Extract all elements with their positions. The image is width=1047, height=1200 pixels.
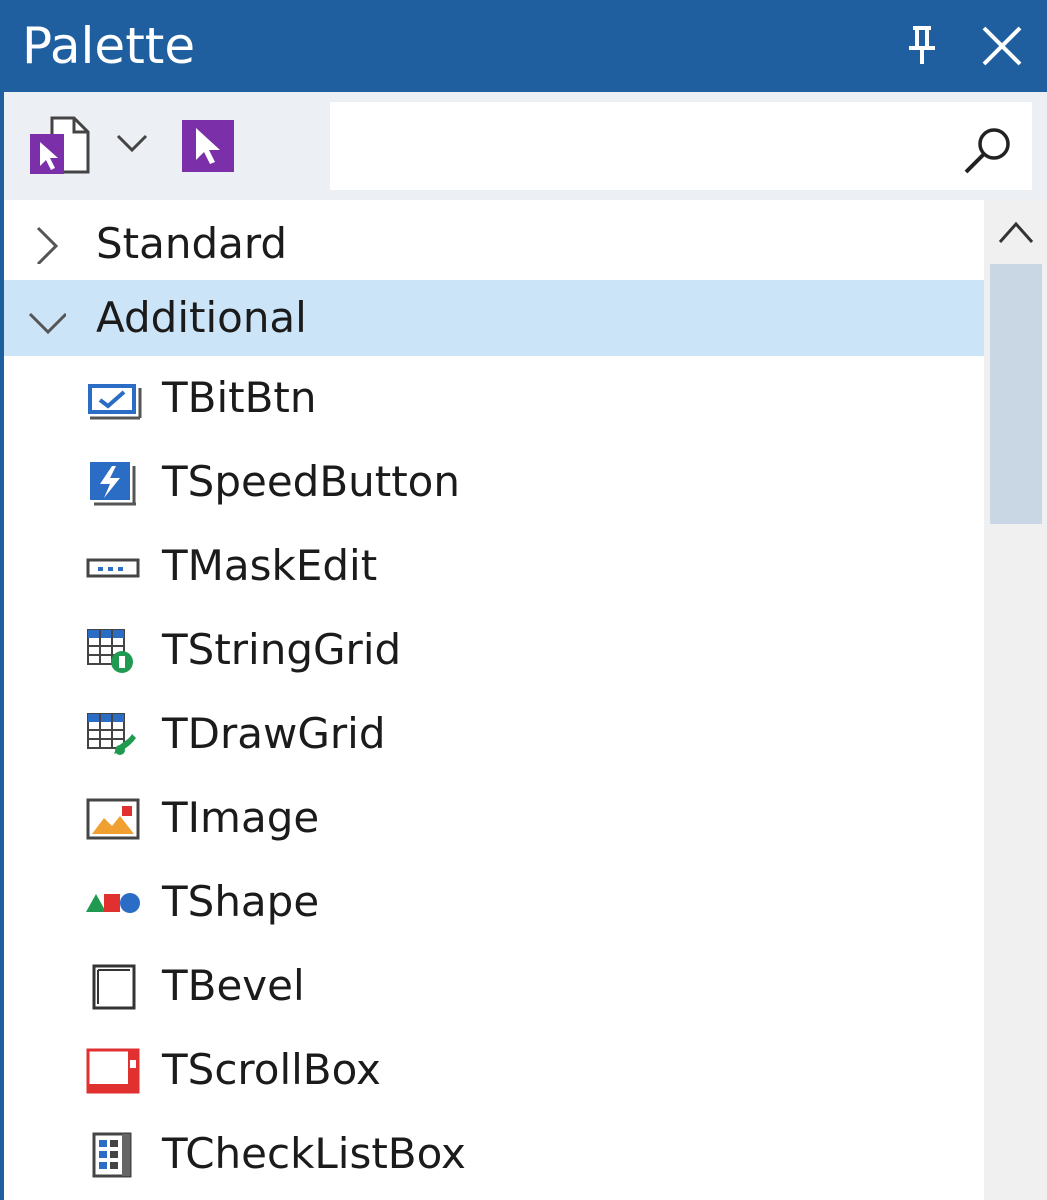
search-input[interactable] <box>330 102 950 190</box>
component-label: TBitBtn <box>162 373 317 422</box>
search-box <box>330 102 1032 190</box>
chevron-down-icon[interactable] <box>26 298 66 338</box>
speedbutton-icon <box>90 462 136 506</box>
component-item-tscrollbox[interactable]: TScrollBox <box>4 1028 984 1112</box>
component-item-tspeedbutton[interactable]: TSpeedButton <box>4 440 984 524</box>
component-label: TBevel <box>162 961 305 1010</box>
title-bar: Palette <box>0 0 1047 92</box>
chevron-up-icon[interactable] <box>994 214 1038 250</box>
toolbar <box>4 92 1047 200</box>
scrollbox-icon <box>86 1048 140 1094</box>
component-item-tdrawgrid[interactable]: TDrawGrid <box>4 692 984 776</box>
component-label: TCheckListBox <box>162 1129 466 1178</box>
vertical-scrollbar[interactable] <box>984 200 1047 1200</box>
category-label: Additional <box>96 293 307 342</box>
stringgrid-icon <box>87 629 133 673</box>
image-icon <box>86 798 140 840</box>
category-standard[interactable]: Standard <box>4 206 984 282</box>
component-item-tstringgrid[interactable]: TStringGrid <box>4 608 984 692</box>
search-icon[interactable] <box>960 124 1016 180</box>
maskedit-icon <box>86 558 140 578</box>
category-label: Standard <box>96 219 288 268</box>
pin-icon[interactable] <box>900 22 944 66</box>
drawgrid-icon <box>87 713 136 755</box>
shape-icon <box>86 893 140 913</box>
component-item-tbevel[interactable]: TBevel <box>4 944 984 1028</box>
component-item-tbitbtn[interactable]: TBitBtn <box>4 356 984 440</box>
component-label: TDrawGrid <box>162 709 386 758</box>
component-item-timage[interactable]: TImage <box>4 776 984 860</box>
bitbtn-icon <box>88 384 142 420</box>
component-label: TSpeedButton <box>162 457 460 506</box>
palette-panel: Palette Standard Additional TBitBtn TSpe… <box>0 0 1047 1200</box>
category-additional[interactable]: Additional <box>4 280 984 356</box>
checklistbox-icon <box>92 1132 132 1178</box>
close-icon[interactable] <box>978 22 1026 70</box>
chevron-right-icon[interactable] <box>26 224 66 264</box>
component-item-tchecklistbox[interactable]: TCheckListBox <box>4 1112 984 1196</box>
scrollbar-thumb[interactable] <box>990 264 1042 524</box>
component-label: TScrollBox <box>162 1045 381 1094</box>
component-label: TMaskEdit <box>162 541 378 590</box>
bevel-icon <box>92 964 136 1010</box>
component-tree: Standard Additional TBitBtn TSpeedButton… <box>4 200 984 1200</box>
multi-select-icon[interactable] <box>22 112 96 180</box>
panel-title: Palette <box>22 17 196 75</box>
component-item-tshape[interactable]: TShape <box>4 860 984 944</box>
component-label: TImage <box>162 793 320 842</box>
select-pointer-icon[interactable] <box>178 118 238 174</box>
component-label: TStringGrid <box>162 625 402 674</box>
component-item-tmaskedit[interactable]: TMaskEdit <box>4 524 984 608</box>
component-label: TShape <box>162 877 320 926</box>
chevron-down-icon[interactable] <box>112 124 152 164</box>
